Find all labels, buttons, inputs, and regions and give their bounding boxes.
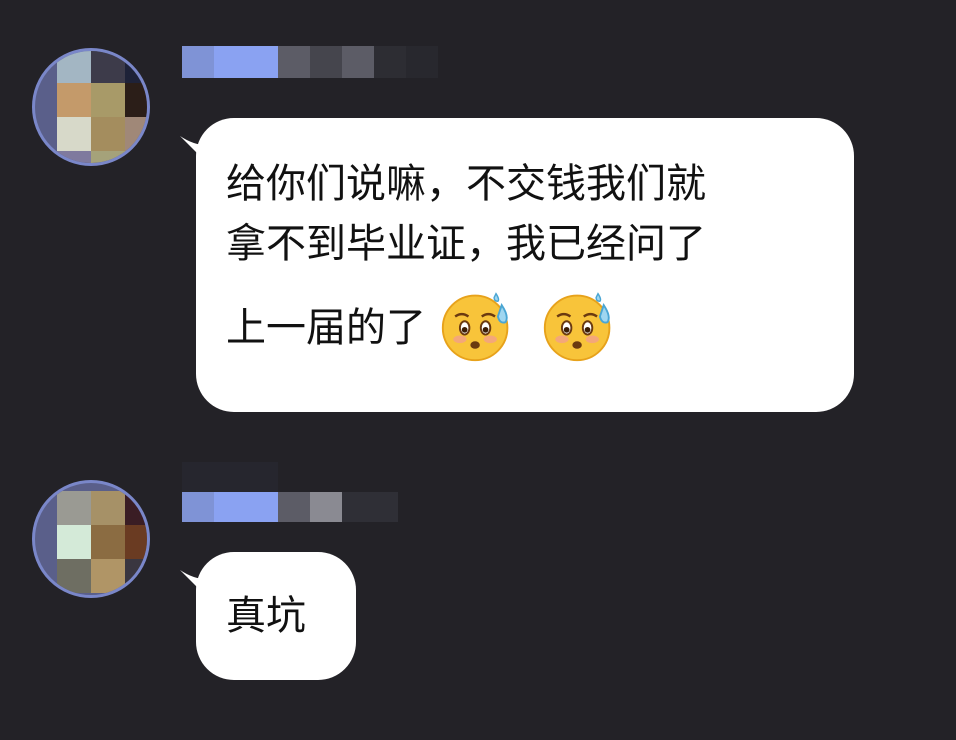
message-bubble[interactable]: 给你们说嘛，不交钱我们就 拿不到毕业证，我已经问了 上一届的了 [196,118,854,412]
message-bubble[interactable]: 真坑 [196,552,356,680]
sender-name-blurred [182,46,438,78]
sender-avatar[interactable] [32,480,150,598]
message-last-line: 上一届的了 [226,292,824,368]
message-text-line: 拿不到毕业证，我已经问了 [226,221,706,267]
sender-name-blurred [182,462,398,522]
sender-avatar[interactable] [32,48,150,166]
message-text-line: 真坑 [226,593,306,639]
message-text-line: 上一届的了 [226,305,426,351]
worried-sweat-face-emoji [441,292,509,362]
worried-sweat-face-emoji [544,292,611,362]
message-text-line: 给你们说嘛，不交钱我们就 [226,161,706,207]
